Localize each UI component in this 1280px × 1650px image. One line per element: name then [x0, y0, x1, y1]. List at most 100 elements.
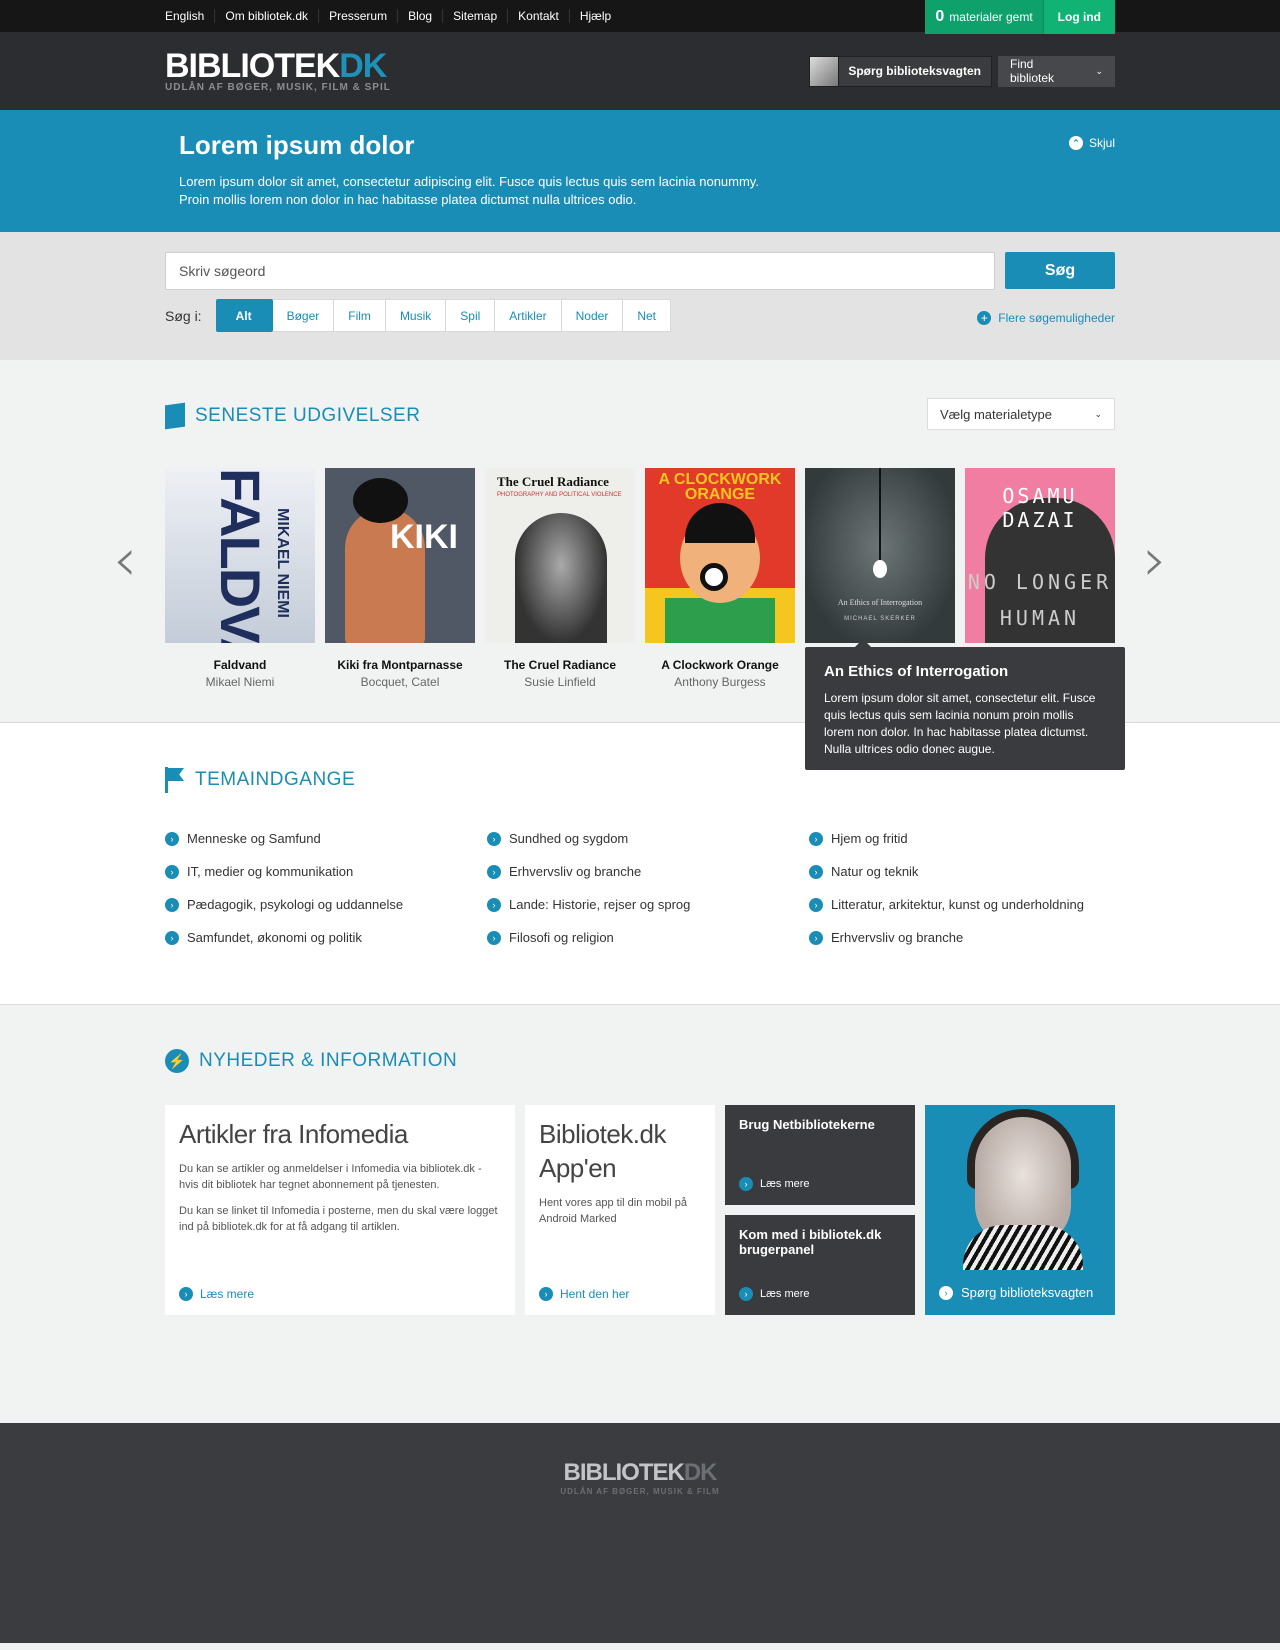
get-app-link[interactable]: › Hent den her — [539, 1287, 629, 1301]
flag-icon — [165, 767, 185, 793]
arrow-right-icon: › — [165, 930, 179, 945]
theme-link[interactable]: › IT, medier og kommunikation — [165, 864, 487, 879]
book-author: Bocquet, Catel — [360, 675, 440, 689]
plus-icon: + — [977, 311, 992, 325]
book-cover[interactable]: OSAMU DAZAI NO LONGER HUMAN — [965, 468, 1115, 643]
book-author: Anthony Burgess — [674, 675, 766, 689]
saved-count: 0 — [935, 8, 945, 25]
material-type-select[interactable]: Vælg materialetype ⌄ — [927, 398, 1115, 430]
infomedia-read-more-link[interactable]: › Læs mere — [179, 1287, 254, 1301]
tab-sheet-music[interactable]: Noder — [561, 299, 624, 332]
cover-title: The Cruel Radiance — [497, 474, 609, 489]
arrow-right-icon: › — [739, 1177, 753, 1191]
book-cover[interactable]: KIKI — [325, 468, 475, 643]
ask-librarian-card[interactable]: › Spørg biblioteksvagten — [925, 1105, 1115, 1315]
search-input[interactable]: Skriv søgeord — [165, 252, 995, 290]
cover-title: FALDVAND — [209, 468, 272, 643]
search-button[interactable]: Søg — [1005, 252, 1115, 289]
theme-link[interactable]: › Erhvervsliv og branche — [487, 864, 809, 879]
book-cover[interactable]: An Ethics of Interrogation MICHAEL SKERK… — [805, 468, 955, 643]
theme-link[interactable]: › Sundhed og sygdom — [487, 831, 809, 846]
more-search-options-link[interactable]: + Flere søgemuligheder — [977, 311, 1115, 325]
book-item[interactable]: KIKI Kiki fra Montparnasse Bocquet, Cate… — [325, 468, 475, 689]
infomedia-text-1: Du kan se artikler og anmeldelser i Info… — [179, 1163, 482, 1191]
book-item[interactable]: FALDVAND MIKAEL NIEMI Faldvand Mikael Ni… — [165, 468, 315, 689]
top-link-blog[interactable]: Blog — [397, 9, 442, 23]
tab-all[interactable]: Alt — [215, 299, 273, 332]
book-item[interactable]: A CLOCKWORK ORANGE A Clockwork Orange An… — [645, 468, 795, 689]
more-search-options-label: Flere søgemuligheder — [998, 311, 1115, 325]
arrow-right-icon: › — [809, 864, 823, 879]
arrow-right-icon: › — [487, 864, 501, 879]
carousel-next-arrow[interactable]: › — [1143, 530, 1167, 590]
find-library-dropdown[interactable]: Find bibliotek ⌄ — [998, 55, 1115, 87]
saved-materials[interactable]: 0 materialer gemt — [925, 0, 1043, 34]
top-link-help[interactable]: Hjælp — [568, 9, 621, 23]
site-logo[interactable]: BIBLIOTEKDK UDLÅN AF BØGER, MUSIK, FILM … — [165, 49, 391, 93]
search-scope-tabs: Alt Bøger Film Musik Spil Artikler Noder… — [215, 299, 672, 332]
netlibraries-card[interactable]: Brug Netbibliotekerne › Læs mere — [725, 1105, 915, 1205]
infomedia-text-2: Du kan se linket til Infomedia i postern… — [179, 1205, 498, 1233]
book-cover[interactable]: The Cruel Radiance PHOTOGRAPHY AND POLIT… — [485, 468, 635, 643]
cover-author: MICHAEL SKERKER — [844, 616, 916, 622]
themes-list: › Menneske og Samfund › Sundhed og sygdom … — [165, 831, 1115, 945]
book-cover[interactable]: FALDVAND MIKAEL NIEMI — [165, 468, 315, 643]
book-title[interactable]: Kiki fra Montparnasse — [325, 658, 475, 672]
book-cover[interactable]: A CLOCKWORK ORANGE — [645, 468, 795, 643]
chevron-up-icon: ⌃ — [1068, 136, 1083, 150]
tab-music[interactable]: Musik — [385, 299, 447, 332]
book-title[interactable]: Faldvand — [165, 658, 315, 672]
user-panel-read-more-link[interactable]: › Læs mere — [739, 1287, 810, 1301]
arrow-right-icon: › — [179, 1287, 193, 1301]
ask-librarian-card-label: Spørg biblioteksvagten — [961, 1285, 1094, 1300]
top-nav: English Om bibliotek.dk Presserum Blog S… — [0, 0, 1280, 34]
netlibraries-read-more-link[interactable]: › Læs mere — [739, 1177, 810, 1191]
hide-banner-button[interactable]: ⌃ Skjul — [1068, 136, 1115, 150]
site-footer: BIBLIOTEKDK UDLÅN AF BØGER, MUSIK & FILM — [0, 1423, 1280, 1643]
login-button[interactable]: Log ind — [1042, 0, 1115, 34]
arrow-right-icon: › — [165, 897, 179, 912]
theme-link[interactable]: › Samfundet, økonomi og politik — [165, 930, 487, 945]
tab-net[interactable]: Net — [623, 299, 672, 332]
book-title[interactable]: The Cruel Radiance — [485, 658, 635, 672]
search-section: Skriv søgeord Søg Søg i: Alt Bøger Film … — [0, 232, 1280, 360]
top-link-sitemap[interactable]: Sitemap — [442, 9, 507, 23]
theme-link[interactable]: › Menneske og Samfund — [165, 831, 487, 846]
ask-librarian-button[interactable]: Spørg biblioteksvagten — [809, 55, 992, 87]
tooltip-text: Lorem ipsum dolor sit amet, consectetur … — [824, 691, 1096, 756]
arrow-right-icon: › — [809, 831, 823, 846]
theme-link[interactable]: › Litteratur, arkitektur, kunst og underh… — [809, 897, 1115, 912]
top-link-english[interactable]: English — [165, 9, 214, 23]
top-link-contact[interactable]: Kontakt — [507, 9, 569, 23]
book-title[interactable]: A Clockwork Orange — [645, 658, 795, 672]
app-title: Bibliotek.dk App'en — [539, 1119, 666, 1183]
footer-tagline: UDLÅN AF BØGER, MUSIK & FILM — [560, 1487, 720, 1496]
tab-games[interactable]: Spil — [446, 299, 496, 332]
tab-books[interactable]: Bøger — [272, 299, 335, 332]
footer-logo-accent: DK — [683, 1459, 718, 1486]
arrow-right-icon: › — [165, 864, 179, 879]
ask-librarian-label: Spørg biblioteksvagten — [848, 64, 981, 78]
tab-articles[interactable]: Artikler — [495, 299, 562, 332]
tab-film[interactable]: Film — [334, 299, 386, 332]
theme-link[interactable]: › Lande: Historie, rejser og sprog — [487, 897, 809, 912]
theme-link[interactable]: › Erhvervsliv og branche — [809, 930, 1115, 945]
top-link-about[interactable]: Om bibliotek.dk — [214, 9, 318, 23]
ask-librarian-bar[interactable]: › Spørg biblioteksvagten — [925, 1270, 1115, 1315]
app-text: Hent vores app til din mobil på Android … — [539, 1197, 687, 1225]
search-scope-label: Søg i: — [165, 307, 202, 324]
book-item[interactable]: The Cruel Radiance PHOTOGRAPHY AND POLIT… — [485, 468, 635, 689]
top-link-press[interactable]: Presserum — [318, 9, 397, 23]
footer-logo[interactable]: BIBLIOTEKDK UDLÅN AF BØGER, MUSIK & FILM — [0, 1423, 1280, 1496]
theme-link[interactable]: › Natur og teknik — [809, 864, 1115, 879]
theme-link[interactable]: › Filosofi og religion — [487, 930, 809, 945]
carousel-prev-arrow[interactable]: ‹ — [113, 530, 137, 590]
user-panel-title: Kom med i bibliotek.dk brugerpanel — [739, 1227, 882, 1257]
latest-heading: SENESTE UDGIVELSER — [195, 405, 421, 426]
theme-link[interactable]: › Hjem og fritid — [809, 831, 1115, 846]
netlibraries-title: Brug Netbibliotekerne — [739, 1117, 875, 1132]
arrow-right-icon: › — [809, 930, 823, 945]
theme-link[interactable]: › Pædagogik, psykologi og uddannelse — [165, 897, 487, 912]
arrow-right-icon: › — [809, 897, 823, 912]
user-panel-card[interactable]: Kom med i bibliotek.dk brugerpanel › Læs… — [725, 1215, 915, 1315]
